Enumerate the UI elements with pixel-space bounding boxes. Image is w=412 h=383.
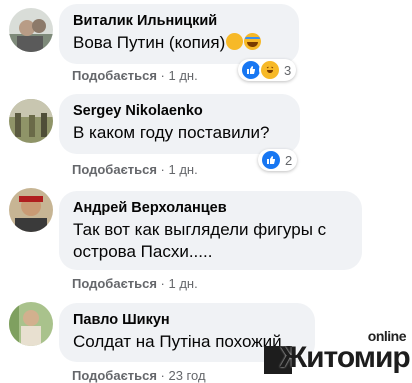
comment-meta: Подобається · 1 дн.	[72, 276, 198, 291]
like-icon	[260, 149, 282, 171]
timestamp[interactable]: 1 дн.	[168, 68, 197, 83]
comment-bubble: Виталик Ильницкий Вова Путин (копия)	[59, 4, 299, 64]
site-watermark: online Житомир	[250, 328, 411, 376]
like-button[interactable]: Подобається	[72, 276, 157, 291]
like-button[interactable]: Подобається	[72, 368, 157, 383]
comment-author[interactable]: Виталик Ильницкий	[73, 12, 285, 30]
reactions-summary[interactable]: 3	[238, 59, 297, 81]
haha-icon	[259, 59, 281, 81]
reactions-summary[interactable]: 2	[258, 149, 298, 171]
comment-text: Так вот как выглядели фигуры с острова П…	[73, 220, 327, 261]
comment-meta: Подобається · 23 год	[72, 368, 206, 383]
avatar[interactable]	[9, 99, 53, 143]
comment-author[interactable]: Павло Шикун	[73, 311, 301, 329]
watermark-name: Житомир	[280, 341, 411, 374]
avatar-image	[9, 302, 53, 346]
like-button[interactable]: Подобається	[72, 162, 157, 177]
comment-meta: Подобається · 1 дн.	[72, 162, 198, 177]
like-button[interactable]: Подобається	[72, 68, 157, 83]
reaction-count: 3	[284, 62, 292, 78]
comment-bubble: Андрей Верхоланцев Так вот как выглядели…	[59, 191, 362, 270]
comment-meta: Подобається · 1 дн.	[72, 68, 198, 83]
avatar[interactable]	[9, 188, 53, 232]
timestamp[interactable]: 23 год	[168, 368, 205, 383]
timestamp[interactable]: 1 дн.	[168, 276, 197, 291]
comment-author[interactable]: Андрей Верхоланцев	[73, 199, 348, 217]
comment-bubble: Sergey Nikolaenko В каком году поставили…	[59, 94, 300, 154]
avatar[interactable]	[9, 8, 53, 52]
avatar-image	[9, 8, 53, 52]
loudly-crying-face-icon	[244, 33, 262, 50]
comment-text: В каком году поставили?	[73, 123, 270, 142]
comment-text: Вова Путин (копия)	[73, 32, 285, 54]
avatar-image	[9, 188, 53, 232]
timestamp[interactable]: 1 дн.	[168, 162, 197, 177]
avatar-image	[9, 99, 53, 143]
reaction-count: 2	[285, 152, 293, 168]
avatar[interactable]	[9, 302, 53, 346]
face-with-tears-of-joy-icon	[226, 33, 244, 50]
comment-author[interactable]: Sergey Nikolaenko	[73, 102, 286, 120]
